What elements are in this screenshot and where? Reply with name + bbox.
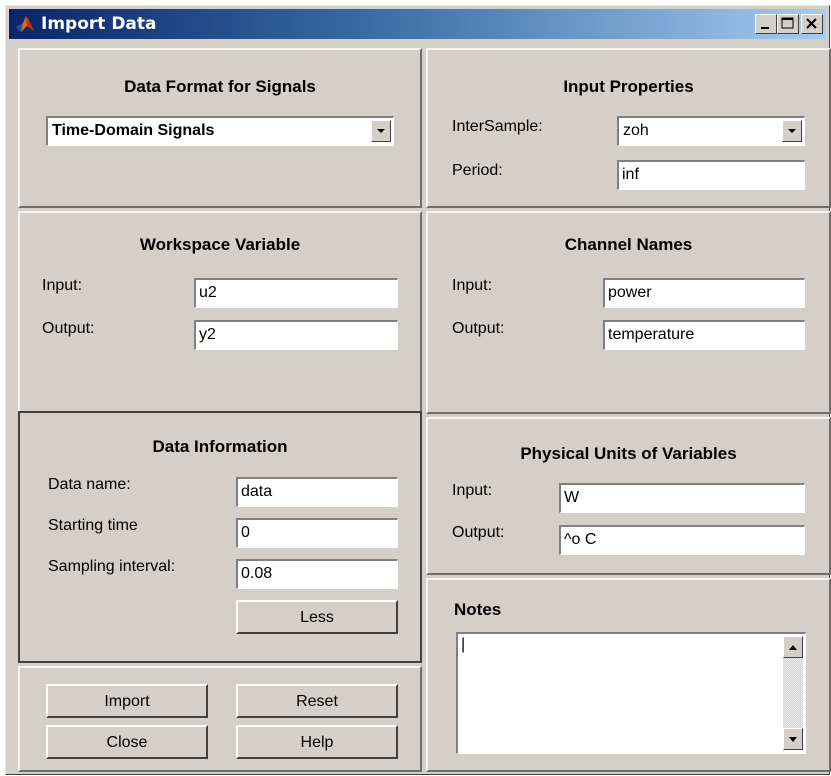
maximize-icon <box>781 17 794 29</box>
channel-names-title: Channel Names <box>564 235 693 254</box>
intersample-value: zoh <box>623 122 649 139</box>
period-field[interactable]: inf <box>617 160 805 190</box>
actions-panel: Import Reset Close Help <box>18 666 422 772</box>
channel-output-label: Output: <box>452 320 505 337</box>
less-button[interactable]: Less <box>236 600 398 634</box>
notes-panel: Notes | <box>426 578 831 772</box>
sampling-interval-field[interactable]: 0.08 <box>236 559 398 589</box>
arrow-down-icon <box>789 737 797 742</box>
dropdown-arrow-button[interactable] <box>371 120 391 142</box>
close-window-button[interactable] <box>801 14 823 34</box>
data-format-value: Time-Domain Signals <box>52 122 215 139</box>
data-format-select[interactable]: Time-Domain Signals <box>46 116 394 146</box>
title-bar[interactable]: Import Data <box>9 9 826 39</box>
close-button[interactable]: Close <box>46 725 208 759</box>
scrollbar-track[interactable] <box>783 658 803 728</box>
arrow-up-icon <box>789 645 797 650</box>
physical-units-panel: Physical Units of Variables Input: W Out… <box>426 417 831 575</box>
units-input-label: Input: <box>452 482 493 499</box>
channel-output-field[interactable]: temperature <box>603 320 805 350</box>
workspace-output-field[interactable]: y2 <box>194 320 398 350</box>
workspace-input-field[interactable]: u2 <box>194 278 398 308</box>
window-title: Import Data <box>41 14 157 34</box>
intersample-label: InterSample: <box>452 118 543 135</box>
maximize-button[interactable] <box>777 14 799 34</box>
notes-title: Notes <box>454 600 502 619</box>
close-icon <box>806 18 817 29</box>
workspace-variable-title: Workspace Variable <box>139 235 301 254</box>
data-name-label: Data name: <box>48 476 131 493</box>
workspace-input-label: Input: <box>42 277 83 294</box>
reset-button[interactable]: Reset <box>236 684 398 718</box>
channel-names-panel: Channel Names Input: power Output: tempe… <box>426 211 831 414</box>
units-input-field[interactable]: W <box>559 483 805 513</box>
intersample-dropdown-button[interactable] <box>782 120 802 142</box>
data-name-field[interactable]: data <box>236 477 398 507</box>
workspace-variable-panel: Workspace Variable Input: u2 Output: y2 <box>18 211 422 414</box>
scroll-up-button[interactable] <box>783 636 803 658</box>
minimize-button[interactable] <box>755 14 777 34</box>
notes-text: | <box>461 636 466 653</box>
chevron-down-icon <box>377 129 385 133</box>
data-information-title: Data Information <box>152 437 288 456</box>
channel-input-label: Input: <box>452 277 493 294</box>
notes-textarea[interactable]: | <box>456 632 806 754</box>
matlab-logo-icon <box>16 16 34 32</box>
starting-time-label: Starting time <box>48 517 138 534</box>
channel-input-field[interactable]: power <box>603 278 805 308</box>
intersample-select[interactable]: zoh <box>617 116 805 146</box>
units-output-label: Output: <box>452 524 505 541</box>
units-output-field[interactable]: ^o C <box>559 525 805 555</box>
data-format-panel: Data Format for Signals Time-Domain Sign… <box>18 48 422 208</box>
period-label: Period: <box>452 162 503 179</box>
minimize-icon <box>761 27 769 29</box>
help-button[interactable]: Help <box>236 725 398 759</box>
physical-units-title: Physical Units of Variables <box>520 444 737 463</box>
chevron-down-icon <box>788 129 796 133</box>
input-properties-title: Input Properties <box>563 77 694 96</box>
data-information-panel: Data Information Data name: data Startin… <box>18 411 422 663</box>
input-properties-panel: Input Properties InterSample: zoh Period… <box>426 48 831 208</box>
data-format-title: Data Format for Signals <box>124 77 316 96</box>
import-data-window: Import Data Data Format for Signals Time… <box>5 5 831 775</box>
scroll-down-button[interactable] <box>783 728 803 750</box>
import-button[interactable]: Import <box>46 684 208 718</box>
sampling-interval-label: Sampling interval: <box>48 558 176 575</box>
starting-time-field[interactable]: 0 <box>236 518 398 548</box>
workspace-output-label: Output: <box>42 320 95 337</box>
